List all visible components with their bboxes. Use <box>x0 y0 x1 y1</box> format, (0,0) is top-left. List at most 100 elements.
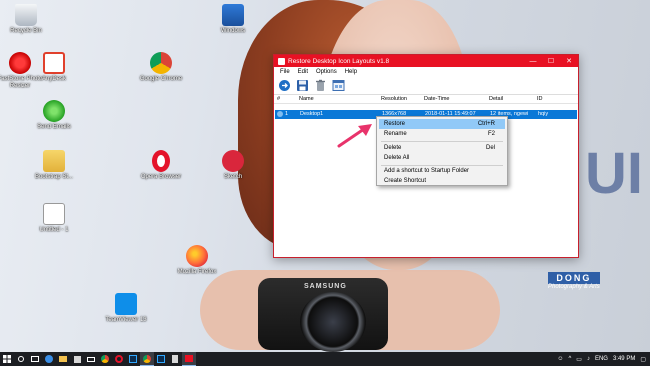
taskbar-app-restore-desktop[interactable] <box>182 352 196 366</box>
context-item-create-shortcut[interactable]: Create Shortcut <box>379 176 505 186</box>
desktop-icon-bootstrap[interactable]: Bootstrap St... <box>28 150 80 181</box>
cell-name: Desktop1 <box>300 111 324 117</box>
column-detail[interactable]: Detail <box>489 96 503 102</box>
column-number[interactable]: # <box>277 96 280 102</box>
context-item-delete-all[interactable]: Delete All <box>379 153 505 163</box>
restore-icon <box>279 80 290 91</box>
chrome-icon <box>150 52 172 74</box>
monitor-icon <box>222 4 244 26</box>
mail-icon <box>87 356 95 362</box>
menu-edit[interactable]: Edit <box>294 69 312 75</box>
context-menu: Restore Ctrl+R Rename F2 Delete Del Dele… <box>376 116 508 186</box>
file-icon <box>172 355 178 363</box>
context-item-label: Rename <box>384 131 407 137</box>
annotation-arrow-icon <box>337 124 372 148</box>
context-item-delete[interactable]: Delete Del <box>379 143 505 153</box>
opera-icon <box>152 150 170 172</box>
menu-options[interactable]: Options <box>312 69 341 75</box>
taskbar-app-files[interactable] <box>168 352 182 366</box>
menu-help[interactable]: Help <box>341 69 361 75</box>
desktop-icon-label: Windows <box>220 28 246 34</box>
wallpaper-lens <box>300 292 366 352</box>
context-item-rename[interactable]: Rename F2 <box>379 129 505 139</box>
desktop-icon-label: Untitled - 1 <box>39 227 69 233</box>
recycle-bin-icon <box>15 4 37 26</box>
taskbar-app-photoshop[interactable] <box>126 352 140 366</box>
chevron-up-icon[interactable]: ^ <box>568 356 571 362</box>
column-name[interactable]: Name <box>299 96 314 102</box>
search-button[interactable] <box>14 352 28 366</box>
desktop-icon-send-emails[interactable]: Send Emails <box>28 100 80 131</box>
notification-icon[interactable]: ▢ <box>640 356 646 363</box>
clock[interactable]: 3:49 PM <box>613 356 635 362</box>
layout-icon <box>277 111 283 117</box>
teamviewer-icon <box>115 293 137 315</box>
context-item-shortcut: Ctrl+R <box>477 121 495 127</box>
desktop-icon-recycle-bin[interactable]: Recycle Bin <box>0 4 52 35</box>
taskbar-app-chrome-active[interactable] <box>140 352 154 366</box>
desktop-icon-teamviewer[interactable]: TeamViewer 13 <box>100 293 152 324</box>
desktop-icon-label: Google Chrome <box>139 76 183 82</box>
taskbar-app-chrome[interactable] <box>98 352 112 366</box>
firefox-icon <box>186 245 208 267</box>
language-indicator[interactable]: ENG <box>595 356 608 362</box>
taskbar: ☺ ^ ▭ ♪ ENG 3:49 PM ▢ <box>0 352 650 366</box>
desktop-icon-label: Bootstrap St... <box>34 174 74 180</box>
taskbar-app-explorer[interactable] <box>56 352 70 366</box>
properties-tool-button[interactable] <box>331 78 346 93</box>
context-item-restore[interactable]: Restore Ctrl+R <box>379 119 505 129</box>
desktop-icon-label: Sketch <box>223 174 243 180</box>
close-button[interactable]: ✕ <box>560 57 578 65</box>
task-view-button[interactable] <box>28 352 42 366</box>
photoshop-icon <box>157 355 165 363</box>
delete-tool-button[interactable] <box>313 78 328 93</box>
cell-number: 1 <box>285 111 289 117</box>
desktop-icon-chrome[interactable]: Google Chrome <box>135 52 187 83</box>
system-tray: ☺ ^ ▭ ♪ ENG 3:49 PM ▢ <box>557 352 646 366</box>
minimize-button[interactable]: — <box>524 58 542 65</box>
desktop-icon-label: TeamViewer 13 <box>105 317 147 323</box>
network-icon[interactable]: ▭ <box>576 356 582 363</box>
desktop-icon-label: Opera Browser <box>140 174 182 180</box>
desktop-icon-opera[interactable]: Opera Browser <box>135 150 187 181</box>
trash-icon <box>316 79 325 91</box>
menu-file[interactable]: File <box>276 69 294 75</box>
folder-icon <box>43 150 65 172</box>
toolbar <box>274 77 578 95</box>
desktop-icon-firefox[interactable]: Mozilla Firefox <box>171 245 223 276</box>
context-item-label: Add a shortcut to Startup Folder <box>384 168 470 174</box>
save-tool-button[interactable] <box>295 78 310 93</box>
watermark-logo: DONG <box>548 272 600 284</box>
desktop-icon-label: Recycle Bin <box>10 28 42 34</box>
chrome-icon <box>143 354 151 363</box>
context-item-label: Restore <box>384 121 406 127</box>
restore-tool-button[interactable] <box>277 78 292 93</box>
desktop-icon-anydesk[interactable]: AnyDesk <box>28 52 80 83</box>
column-resolution[interactable]: Resolution <box>381 96 407 102</box>
list-header: # Name Resolution Date-Time Detail ID <box>274 95 578 104</box>
desktop-icon-sketch[interactable]: Sketch <box>207 150 259 181</box>
taskbar-app-mail[interactable] <box>84 352 98 366</box>
taskbar-app-opera[interactable] <box>112 352 126 366</box>
desktop-icon-untitled[interactable]: Untitled - 1 <box>28 203 80 234</box>
volume-icon[interactable]: ♪ <box>587 356 590 362</box>
task-view-icon <box>31 356 39 362</box>
start-button[interactable] <box>0 352 14 366</box>
desktop-icon-label: AnyDesk <box>41 76 66 82</box>
photoshop-icon <box>129 355 137 363</box>
taskbar-app-ps-2[interactable] <box>154 352 168 366</box>
windows-logo-icon <box>3 355 11 363</box>
image-file-icon <box>43 203 65 225</box>
anydesk-icon <box>43 52 65 74</box>
maximize-button[interactable]: ☐ <box>542 57 560 65</box>
taskbar-app-edge[interactable] <box>42 352 56 366</box>
people-icon[interactable]: ☺ <box>557 356 563 362</box>
title-bar[interactable]: Restore Desktop Icon Layouts v1.8 — ☐ ✕ <box>274 55 578 67</box>
context-item-shortcut: F2 <box>487 131 495 137</box>
opera-icon <box>115 355 123 363</box>
taskbar-app-store[interactable] <box>70 352 84 366</box>
desktop-icon-windows[interactable]: Windows <box>207 4 259 35</box>
context-item-add-startup-shortcut[interactable]: Add a shortcut to Startup Folder <box>379 166 505 176</box>
column-datetime[interactable]: Date-Time <box>424 96 449 102</box>
column-id[interactable]: ID <box>537 96 543 102</box>
